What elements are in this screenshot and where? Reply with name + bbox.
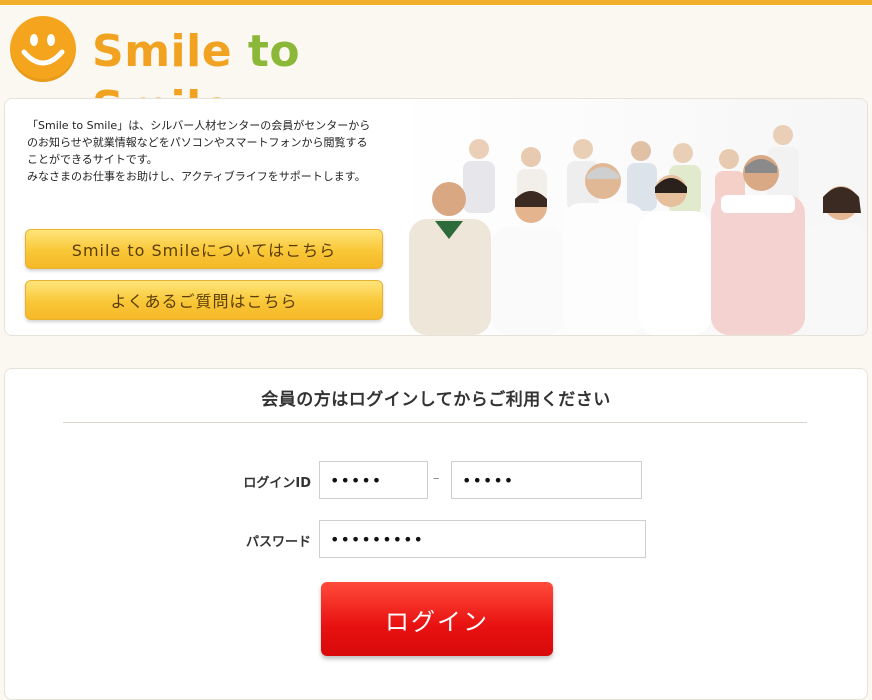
logo-word-to: to [247, 26, 301, 77]
login-id-label: ログインID [243, 476, 311, 491]
top-accent-bar [0, 0, 872, 5]
intro-line-2: のお知らせや就業情報などをパソコンやスマートフォンから閲覧する [27, 136, 368, 149]
login-id-part2-input[interactable]: ••••• [451, 461, 642, 499]
intro-panel: 「Smile to Smile」は、シルバー人材センターの会員がセンターから の… [4, 98, 868, 336]
login-panel: 会員の方はログインしてからご利用ください ログインID ••••• – ••••… [4, 368, 868, 700]
intro-description: 「Smile to Smile」は、シルバー人材センターの会員がセンターから の… [27, 117, 399, 185]
intro-line-4: みなさまのお仕事をお助けし、アクティブライフをサポートします。 [27, 170, 366, 183]
login-id-separator: – [433, 471, 440, 486]
intro-line-3: ことができるサイトです。 [27, 153, 158, 166]
login-heading: 会員の方はログインしてからご利用ください [261, 390, 611, 410]
password-label: パスワード [245, 535, 311, 550]
heading-divider [63, 422, 807, 423]
password-input[interactable]: ••••••••• [319, 520, 646, 558]
faq-button[interactable]: よくあるご質問はこちら [25, 280, 383, 320]
smiley-logo-icon [10, 16, 76, 82]
about-button[interactable]: Smile to Smileについてはこちら [25, 229, 383, 269]
seniors-group-photo [391, 99, 867, 335]
site-logo[interactable]: Smile to Smile [8, 16, 448, 133]
login-id-part1-input[interactable]: ••••• [319, 461, 428, 499]
login-button[interactable]: ログイン [321, 582, 553, 656]
intro-line-1: 「Smile to Smile」は、シルバー人材センターの会員がセンターから [27, 119, 371, 132]
logo-word-smile-1: Smile [92, 26, 233, 77]
